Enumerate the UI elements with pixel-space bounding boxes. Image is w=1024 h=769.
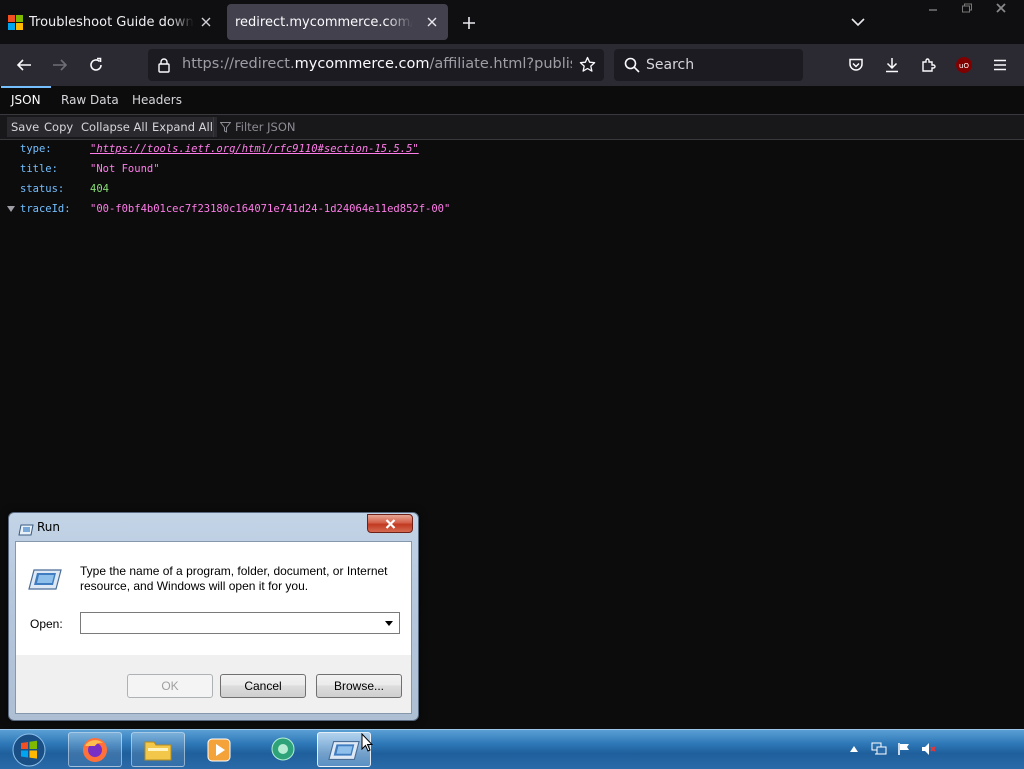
svg-text:uO: uO: [959, 62, 969, 70]
folder-icon: [144, 741, 172, 760]
url-bar[interactable]: https://redirect.mycommerce.com/affiliat…: [148, 49, 604, 81]
json-value: 404: [90, 183, 109, 195]
tab-raw-data[interactable]: Raw Data: [51, 86, 129, 114]
run-dialog-titlebar[interactable]: Run: [9, 513, 418, 541]
tab-title: Troubleshoot Guide downloading: [29, 14, 194, 30]
browser-tab-bar: Troubleshoot Guide downloading redirect.…: [0, 0, 1024, 44]
browse-button[interactable]: Browse...: [316, 674, 402, 698]
json-row-status[interactable]: status: 404: [0, 180, 1024, 198]
start-button[interactable]: [6, 731, 52, 768]
firefox-icon: [83, 737, 107, 762]
pocket-icon[interactable]: [844, 53, 868, 77]
open-label: Open:: [30, 617, 63, 631]
run-program-icon: [28, 568, 62, 594]
tab-headers[interactable]: Headers: [122, 86, 192, 114]
app-menu-icon[interactable]: [988, 53, 1012, 77]
dropdown-arrow-icon[interactable]: [381, 615, 397, 631]
new-tab-button[interactable]: [458, 12, 480, 34]
ublock-origin-icon[interactable]: uO: [952, 53, 976, 77]
tab-title: redirect.mycommerce.com/affiliate: [235, 14, 413, 30]
back-button[interactable]: [12, 53, 36, 77]
expand-all-button[interactable]: Expand All: [148, 117, 217, 137]
url-text[interactable]: https://redirect.mycommerce.com/affiliat…: [182, 56, 572, 72]
mouse-cursor-icon: [361, 732, 374, 756]
save-button[interactable]: Save: [7, 117, 44, 137]
json-key: title:: [20, 163, 58, 175]
bookmark-star-icon[interactable]: [579, 56, 596, 77]
taskbar-chat-app[interactable]: [256, 732, 310, 767]
search-bar[interactable]: Search: [614, 49, 803, 81]
json-key: status:: [20, 183, 65, 195]
media-player-icon: [207, 738, 231, 761]
expand-twisty-icon[interactable]: [7, 206, 15, 212]
chat-bubble-icon: [271, 737, 295, 760]
run-icon: [18, 521, 34, 540]
close-tab-icon[interactable]: [424, 14, 440, 30]
filter-icon: [220, 121, 231, 133]
list-all-tabs-button[interactable]: [848, 12, 868, 32]
toolbar-divider: [213, 117, 214, 137]
json-value: "00-f0bf4b01cec7f23180c164071e741d24-1d2…: [90, 203, 451, 215]
system-tray: [846, 738, 937, 760]
downloads-icon[interactable]: [880, 53, 904, 77]
taskbar-file-explorer[interactable]: [131, 732, 185, 767]
action-center-flag-icon[interactable]: [896, 741, 912, 757]
minimize-window-button[interactable]: [916, 0, 950, 16]
json-row-title[interactable]: title: "Not Found": [0, 160, 1024, 178]
json-row-type[interactable]: type: "https://tools.ietf.org/html/rfc91…: [0, 140, 1024, 158]
url-prefix: https://redirect.: [182, 56, 295, 72]
json-value-link[interactable]: "https://tools.ietf.org/html/rfc9110#sec…: [90, 140, 419, 158]
dialog-message: Type the name of a program, folder, docu…: [80, 564, 388, 593]
windows-taskbar: [0, 729, 1024, 769]
lock-icon[interactable]: [157, 57, 171, 77]
window-controls: [916, 0, 1018, 18]
taskbar-firefox[interactable]: [68, 732, 122, 767]
json-toolbar: Save Copy Collapse All Expand All Filter…: [0, 115, 1024, 140]
json-value: "Not Found": [90, 163, 160, 175]
run-dialog-body: Type the name of a program, folder, docu…: [15, 541, 412, 714]
volume-muted-icon[interactable]: [921, 741, 937, 757]
run-dialog: Run Type the name of a program, folder, …: [8, 512, 419, 721]
show-hidden-icons-icon[interactable]: [846, 741, 862, 757]
dialog-title: Run: [37, 520, 61, 534]
ok-button[interactable]: OK: [127, 674, 213, 698]
url-domain: mycommerce.com: [294, 56, 430, 72]
restore-window-button[interactable]: [950, 0, 984, 16]
microsoft-logo-icon: [8, 14, 23, 30]
close-tab-icon[interactable]: [198, 14, 214, 30]
cancel-button[interactable]: Cancel: [220, 674, 306, 698]
json-key: traceId:: [20, 203, 71, 215]
run-icon: [328, 740, 360, 760]
network-icon[interactable]: [871, 741, 887, 757]
browser-tab-troubleshoot[interactable]: Troubleshoot Guide downloading: [0, 4, 222, 40]
extensions-icon[interactable]: [916, 53, 940, 77]
search-placeholder: Search: [646, 57, 695, 73]
filter-json-input[interactable]: Filter JSON: [220, 119, 295, 135]
taskbar-media-player[interactable]: [192, 732, 246, 767]
forward-button[interactable]: [48, 53, 72, 77]
tab-json[interactable]: JSON: [1, 86, 51, 114]
json-row-traceid[interactable]: traceId: "00-f0bf4b01cec7f23180c164071e7…: [0, 200, 1024, 218]
reload-button[interactable]: [84, 53, 108, 77]
browser-tab-redirect[interactable]: redirect.mycommerce.com/affiliate: [227, 4, 448, 40]
collapse-all-button[interactable]: Collapse All: [77, 117, 152, 137]
filter-placeholder: Filter JSON: [235, 120, 296, 134]
search-icon: [624, 57, 640, 77]
navigation-toolbar: https://redirect.mycommerce.com/affiliat…: [0, 44, 1024, 86]
url-suffix: /affiliate.html?publisherid=200: [429, 56, 572, 72]
close-dialog-button[interactable]: [367, 514, 413, 533]
close-window-button[interactable]: [984, 0, 1018, 16]
copy-button[interactable]: Copy: [40, 117, 78, 137]
open-combobox[interactable]: [80, 612, 400, 634]
json-key: type:: [20, 143, 52, 155]
json-viewer-tabs: JSON Raw Data Headers: [0, 86, 1024, 115]
